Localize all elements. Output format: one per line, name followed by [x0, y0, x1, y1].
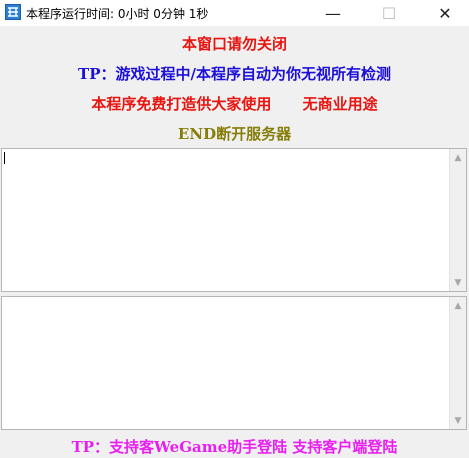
notice-free-use: 本程序免费打造供大家使用 无商业用途: [91, 95, 378, 113]
scrollbar-top[interactable]: ▲ ▼: [449, 149, 466, 291]
window-title: 本程序运行时间: 0小时 0分钟 1秒: [26, 7, 209, 21]
notice-end-disconnect: END断开服务器: [177, 125, 292, 143]
close-icon: ✕: [438, 3, 452, 23]
close-button[interactable]: ✕: [422, 0, 468, 26]
chevron-up-icon[interactable]: ▲: [450, 149, 466, 166]
chevron-up-icon[interactable]: ▲: [450, 297, 466, 314]
log-textbox-bottom[interactable]: ▲ ▼: [1, 296, 467, 430]
log-textbox-top[interactable]: ▲ ▼: [1, 148, 467, 292]
footer-login-support: TP：支持客WeGame助手登陆 支持客户端登陆: [71, 438, 398, 456]
title-bar: 本程序运行时间: 0小时 0分钟 1秒 — ☐ ✕: [0, 0, 469, 26]
scrollbar-bottom[interactable]: ▲ ▼: [449, 297, 466, 429]
minimize-icon: —: [325, 3, 341, 23]
maximize-icon: ☐: [381, 3, 397, 23]
maximize-button[interactable]: ☐: [366, 0, 412, 26]
notice-bypass-detection: TP：游戏过程中/本程序自动为你无视所有检测: [78, 65, 391, 83]
chevron-down-icon[interactable]: ▼: [450, 412, 466, 429]
text-caret: [4, 152, 5, 164]
notice-do-not-close: 本窗口请勿关闭: [181, 35, 287, 53]
app-icon: [5, 4, 21, 20]
chevron-down-icon[interactable]: ▼: [450, 274, 466, 291]
minimize-button[interactable]: —: [310, 0, 356, 26]
